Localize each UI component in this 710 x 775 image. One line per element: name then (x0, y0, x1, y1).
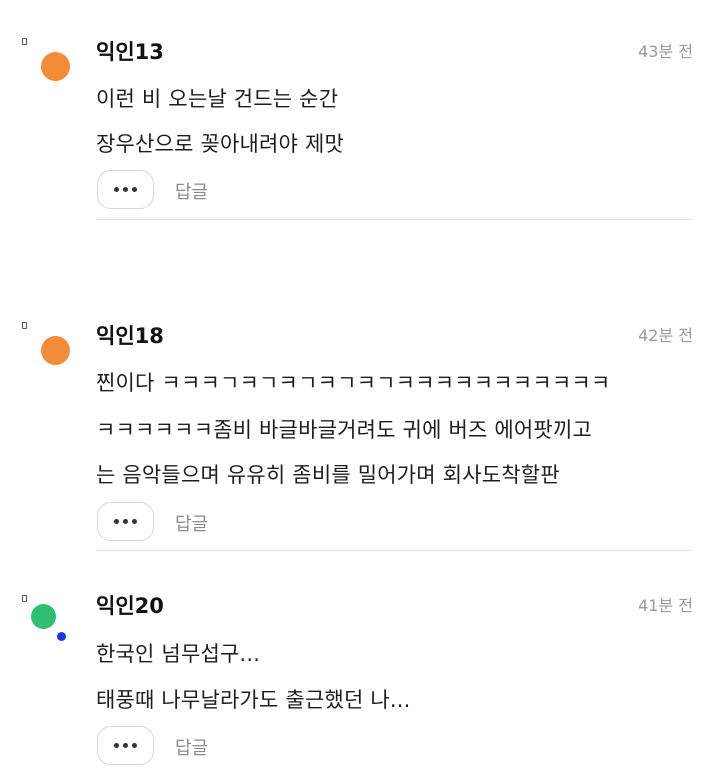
more-dots-icon (114, 743, 119, 748)
comment-author[interactable]: 익인20 (96, 590, 164, 620)
more-dots-icon (132, 743, 137, 748)
comment-text-line: 태풍때 나무날라가도 출근했던 나... (96, 688, 411, 712)
comment-item: 익인20 41분 전 한국인 넘무섭구... 태풍때 나무날라가도 출근했던 나… (0, 0, 710, 775)
comment-text-line: 한국인 넘무섭구... (96, 642, 261, 666)
comment-marker-icon (22, 595, 27, 602)
comment-timestamp: 41분 전 (638, 596, 693, 615)
more-options-button[interactable] (97, 726, 154, 765)
avatar[interactable] (31, 604, 56, 629)
avatar-status-dot (57, 632, 66, 641)
more-dots-icon (123, 743, 128, 748)
reply-button[interactable]: 답글 (175, 734, 208, 760)
